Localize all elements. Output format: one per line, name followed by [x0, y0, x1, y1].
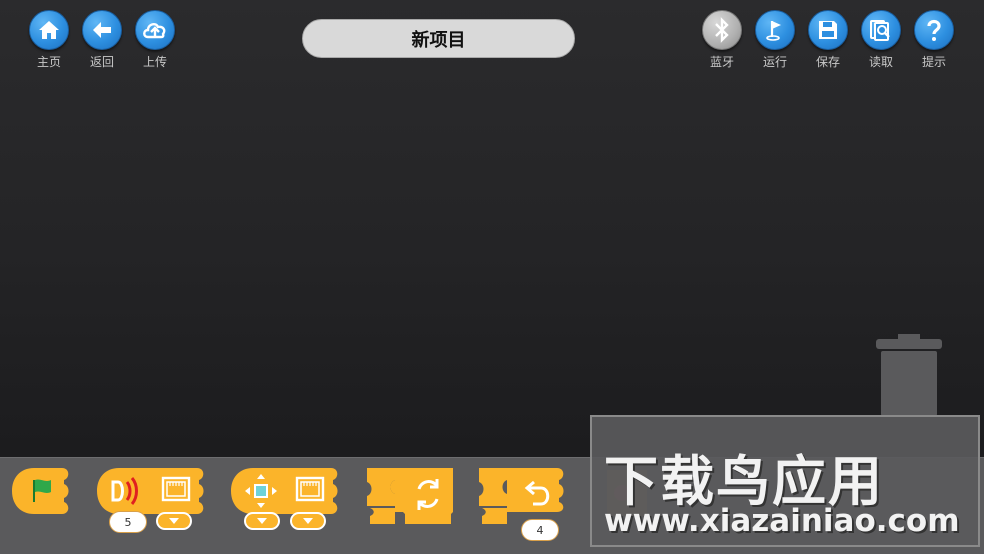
joystick-port-dropdown[interactable] [290, 512, 326, 530]
run-label: 运行 [762, 55, 787, 69]
repeat-count-field[interactable]: 4 [521, 519, 559, 541]
bluetooth-label: 蓝牙 [709, 55, 734, 69]
cloud-upload-icon [135, 10, 175, 50]
trash-icon[interactable] [876, 334, 942, 416]
sound-value-field[interactable]: 5 [109, 511, 147, 533]
help-question-icon [914, 10, 954, 50]
run-button[interactable]: 运行 [753, 10, 797, 70]
back-arrow-icon [82, 10, 122, 50]
home-label: 主页 [36, 55, 61, 69]
bluetooth-icon [702, 10, 742, 50]
chevron-down-icon [303, 518, 313, 524]
joystick-block[interactable] [231, 466, 341, 516]
save-disk-icon [808, 10, 848, 50]
upload-label: 上传 [142, 55, 167, 69]
start-flag-block[interactable] [12, 466, 72, 516]
read-button[interactable]: 读取 [859, 10, 903, 70]
save-label: 保存 [815, 55, 840, 69]
save-button[interactable]: 保存 [806, 10, 850, 70]
home-button[interactable]: 主页 [27, 10, 71, 70]
bluetooth-button[interactable]: 蓝牙 [700, 10, 744, 70]
help-label: 提示 [921, 55, 946, 69]
chevron-down-icon [169, 518, 179, 524]
watermark-url: www.xiazainiao.com [604, 503, 960, 539]
read-label: 读取 [868, 55, 893, 69]
upload-button[interactable]: 上传 [133, 10, 177, 70]
chevron-down-icon [257, 518, 267, 524]
joystick-direction-dropdown[interactable] [244, 512, 280, 530]
sound-port-dropdown[interactable] [156, 512, 192, 530]
read-search-icon [861, 10, 901, 50]
back-button[interactable]: 返回 [80, 10, 124, 70]
home-icon [29, 10, 69, 50]
repeat-loop-block[interactable] [477, 466, 567, 526]
forever-loop-block[interactable] [365, 466, 453, 526]
sound-block[interactable] [97, 466, 207, 516]
project-title[interactable]: 新项目 [302, 19, 575, 58]
watermark: 下载鸟应用 www.xiazainiao.com [590, 415, 980, 547]
run-flag-icon [755, 10, 795, 50]
back-label: 返回 [89, 55, 114, 69]
help-button[interactable]: 提示 [912, 10, 956, 70]
